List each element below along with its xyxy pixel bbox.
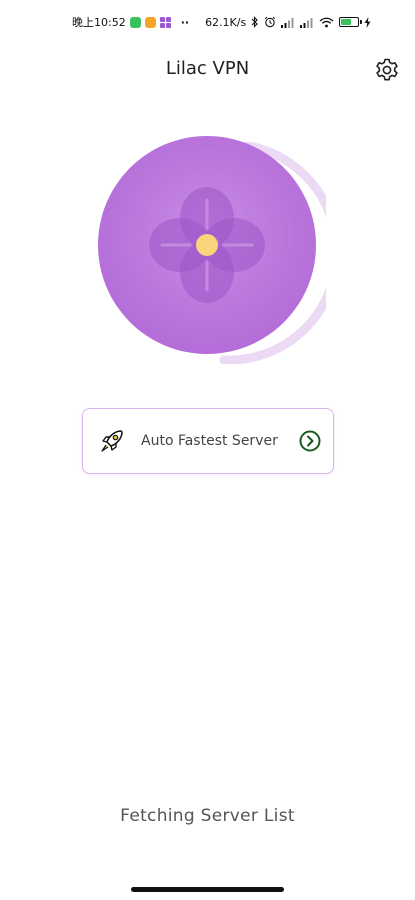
status-bar-right: 62.1K/s [205, 16, 371, 29]
gear-icon [376, 58, 398, 81]
status-bar: 晚上10:52 ·· 62.1K/s [0, 0, 415, 44]
home-indicator[interactable] [131, 887, 284, 892]
fetching-status: Fetching Server List [120, 806, 295, 826]
settings-button[interactable] [373, 56, 401, 84]
lilac-flower-icon [149, 187, 265, 303]
battery-icon [339, 17, 362, 27]
app-title: Lilac VPN [165, 58, 250, 79]
signal-icon-1 [281, 17, 294, 28]
wifi-icon [319, 17, 334, 27]
bluetooth-icon [251, 16, 258, 28]
battery-level [341, 19, 352, 25]
app-notification-icon [144, 16, 156, 28]
signal-icon-2 [300, 17, 313, 28]
more-notifications-icon: ·· [180, 15, 190, 29]
connect-area [98, 136, 328, 366]
rocket-icon [101, 430, 123, 452]
screen: 晚上10:52 ·· 62.1K/s Lilac VPN Auto Fastes… [0, 0, 415, 900]
connect-button[interactable] [98, 136, 316, 354]
lilac-notification-icon [159, 16, 171, 28]
server-selector[interactable]: Auto Fastest Server [82, 408, 334, 474]
alarm-icon [265, 16, 276, 28]
status-time: 晚上10:52 [72, 16, 126, 29]
chevron-right-circle-icon[interactable] [299, 430, 321, 452]
charging-icon [364, 16, 371, 28]
app-header: Lilac VPN [0, 48, 415, 92]
status-bar-left: 晚上10:52 ·· [72, 14, 195, 30]
network-speed: 62.1K/s [205, 15, 247, 29]
server-label: Auto Fastest Server [141, 433, 278, 449]
wechat-notification-icon [129, 16, 141, 28]
